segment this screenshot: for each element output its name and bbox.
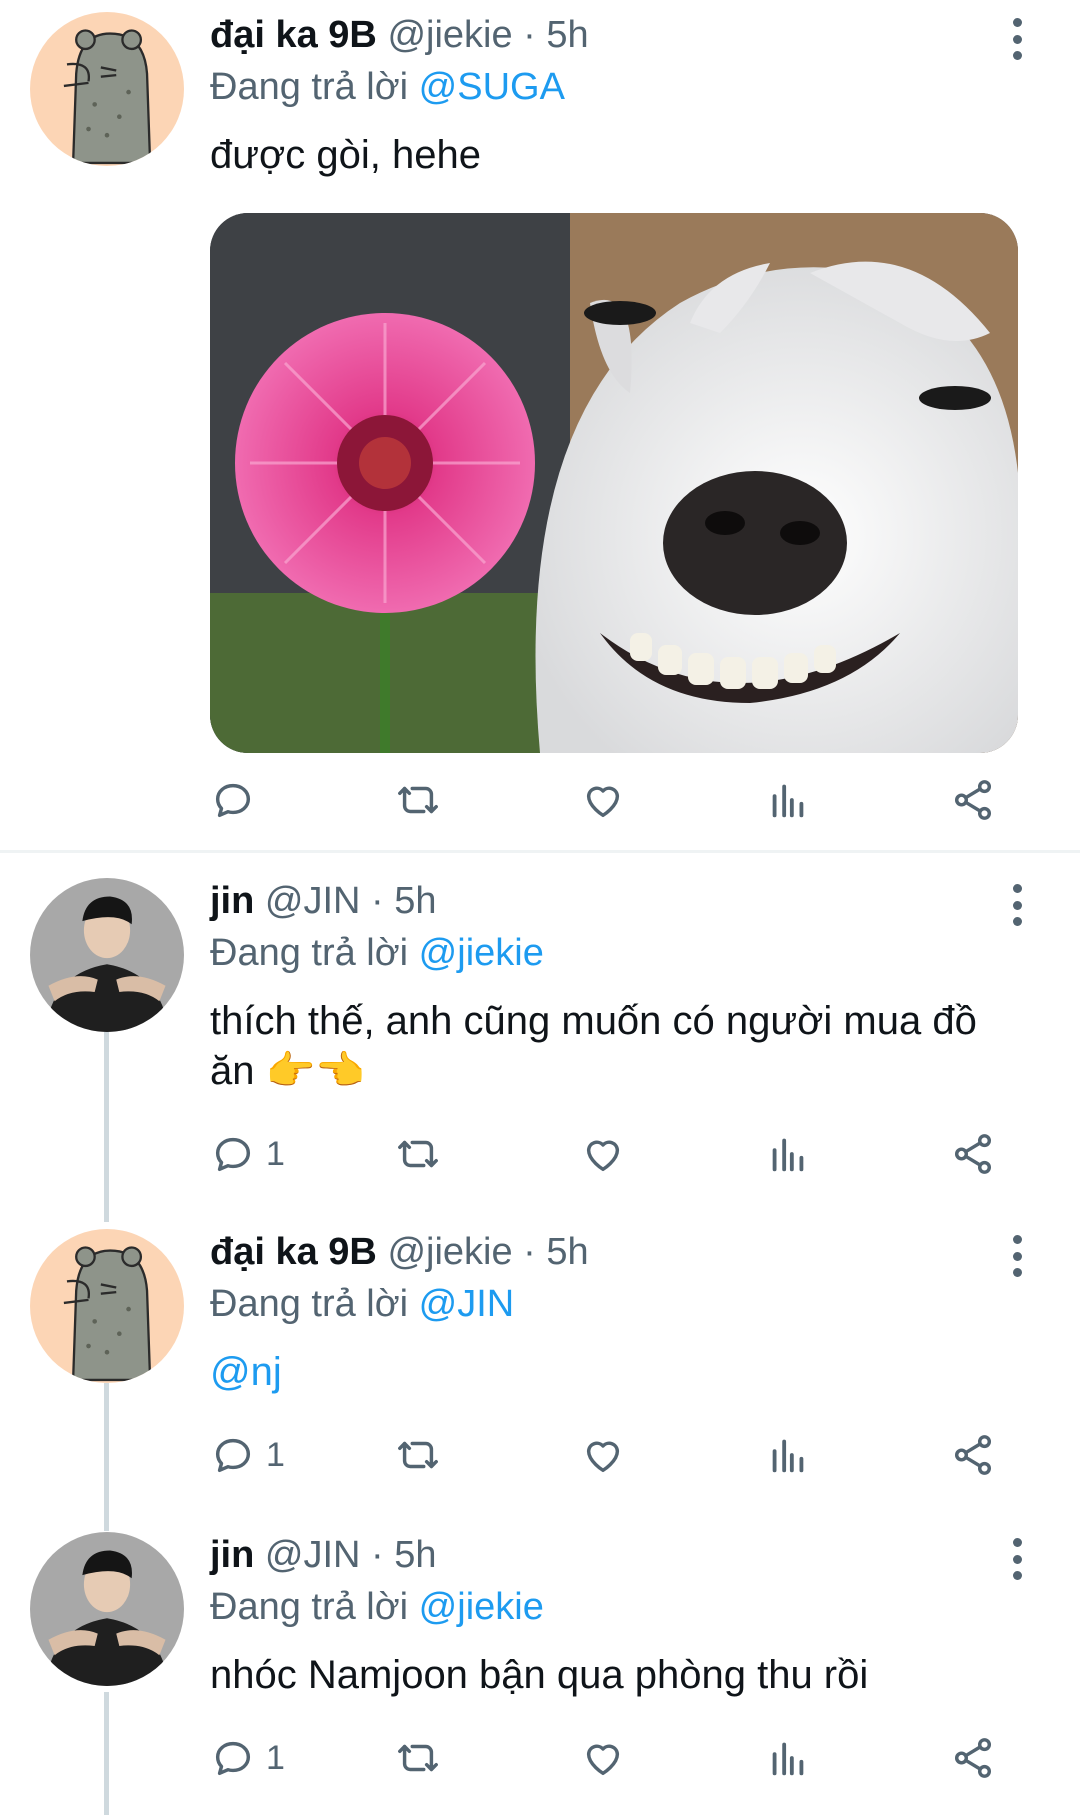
retweet-icon	[398, 1441, 438, 1469]
reply-button[interactable]: 1	[210, 1129, 285, 1179]
reply-prefix: Đang trả lời	[210, 1283, 409, 1325]
views-button[interactable]	[765, 775, 811, 825]
like-button[interactable]	[580, 1129, 626, 1179]
more-vertical-icon[interactable]	[1000, 1534, 1034, 1584]
tweet-text: nhóc Namjoon bận qua phòng thu rồi	[210, 1653, 869, 1697]
share-icon	[954, 1435, 992, 1475]
retweet-icon	[398, 1140, 438, 1168]
display-name[interactable]: đại ka 9B	[210, 1231, 377, 1273]
tweet-2[interactable]: jin @JIN · 5h Đang trả lời @jiekie thích…	[0, 866, 1080, 1206]
reply-count: 1	[266, 1738, 285, 1777]
reply-mention[interactable]: @JIN	[419, 1283, 515, 1325]
views-button[interactable]	[765, 1430, 811, 1480]
reply-count: 1	[266, 1435, 285, 1474]
avatar-jin[interactable]	[30, 1532, 184, 1686]
display-name[interactable]: jin	[210, 880, 254, 922]
reply-button[interactable]	[210, 775, 266, 825]
reply-prefix: Đang trả lời	[210, 932, 409, 974]
jin-avatar-image	[30, 878, 184, 1032]
tweet-text: được gòi, hehe	[210, 133, 481, 177]
dog-flower-image	[210, 213, 1018, 753]
reply-mention[interactable]: @SUGA	[419, 66, 565, 108]
share-icon	[954, 780, 992, 820]
reply-context: Đang trả lời @jiekie	[210, 1586, 544, 1629]
retweet-icon	[398, 1744, 438, 1772]
analytics-icon	[772, 784, 804, 818]
more-vertical-icon[interactable]	[1000, 1231, 1034, 1281]
timestamp[interactable]: · 5h	[523, 1231, 588, 1273]
reply-icon	[215, 1137, 251, 1172]
reply-prefix: Đang trả lời	[210, 66, 409, 108]
reply-prefix: Đang trả lời	[210, 1586, 409, 1628]
retweet-icon	[398, 786, 438, 814]
timestamp[interactable]: · 5h	[371, 1534, 436, 1576]
analytics-icon	[772, 1439, 804, 1473]
like-button[interactable]	[580, 775, 626, 825]
reply-context: Đang trả lời @SUGA	[210, 66, 565, 109]
reply-mention[interactable]: @jiekie	[419, 932, 544, 974]
retweet-button[interactable]	[395, 1733, 441, 1783]
timestamp[interactable]: · 5h	[523, 14, 588, 56]
share-button[interactable]	[950, 1733, 996, 1783]
reply-icon	[215, 1438, 251, 1473]
reply-context: Đang trả lời @jiekie	[210, 932, 544, 975]
reply-context: Đang trả lời @JIN	[210, 1283, 514, 1326]
display-name[interactable]: jin	[210, 1534, 254, 1576]
tweet-3[interactable]: đại ka 9B @jiekie · 5h Đang trả lời @JIN…	[0, 1217, 1080, 1527]
handle[interactable]: @jiekie	[387, 1231, 512, 1273]
handle[interactable]: @JIN	[265, 880, 361, 922]
reply-button[interactable]: 1	[210, 1430, 285, 1480]
retweet-button[interactable]	[395, 1129, 441, 1179]
handle[interactable]: @jiekie	[387, 14, 512, 56]
tweet-actions: 1	[210, 1733, 1020, 1783]
share-button[interactable]	[950, 1430, 996, 1480]
cat-avatar-image	[30, 1229, 184, 1383]
divider	[0, 850, 1080, 853]
like-button[interactable]	[580, 1733, 626, 1783]
retweet-button[interactable]	[395, 1430, 441, 1480]
heart-icon	[586, 1140, 620, 1172]
handle[interactable]: @JIN	[265, 1534, 361, 1576]
reply-mention[interactable]: @jiekie	[419, 1586, 544, 1628]
avatar-cat[interactable]	[30, 1229, 184, 1383]
heart-icon	[586, 786, 620, 818]
share-button[interactable]	[950, 775, 996, 825]
reply-icon	[215, 1741, 251, 1776]
reply-count: 1	[266, 1134, 285, 1173]
cat-avatar-image	[30, 12, 184, 166]
display-name[interactable]: đại ka 9B	[210, 14, 377, 56]
tweet-image[interactable]	[210, 213, 1018, 753]
retweet-button[interactable]	[395, 775, 441, 825]
more-vertical-icon[interactable]	[1000, 880, 1034, 930]
heart-icon	[586, 1441, 620, 1473]
tweet-4[interactable]: jin @JIN · 5h Đang trả lời @jiekie nhóc …	[0, 1520, 1080, 1815]
tweet-actions	[210, 775, 1020, 825]
tweet-actions: 1	[210, 1430, 1020, 1480]
views-button[interactable]	[765, 1733, 811, 1783]
tweet-text[interactable]: @nj	[210, 1347, 1030, 1397]
timestamp[interactable]: · 5h	[371, 880, 436, 922]
views-button[interactable]	[765, 1129, 811, 1179]
tweet-text: thích thế, anh cũng muốn có người mua đồ…	[210, 999, 977, 1093]
analytics-icon	[772, 1742, 804, 1776]
heart-icon	[586, 1744, 620, 1776]
tweet-1[interactable]: đại ka 9B @jiekie · 5h Đang trả lời @SUG…	[0, 0, 1080, 850]
like-button[interactable]	[580, 1430, 626, 1480]
reply-button[interactable]: 1	[210, 1733, 285, 1783]
reply-icon	[215, 783, 251, 818]
analytics-icon	[772, 1138, 804, 1172]
share-button[interactable]	[950, 1129, 996, 1179]
jin-avatar-image	[30, 1532, 184, 1686]
tweet-actions: 1	[210, 1129, 1020, 1179]
avatar-cat[interactable]	[30, 12, 184, 166]
more-vertical-icon[interactable]	[1000, 14, 1034, 64]
avatar-jin[interactable]	[30, 878, 184, 1032]
share-icon	[954, 1738, 992, 1778]
share-icon	[954, 1134, 992, 1174]
